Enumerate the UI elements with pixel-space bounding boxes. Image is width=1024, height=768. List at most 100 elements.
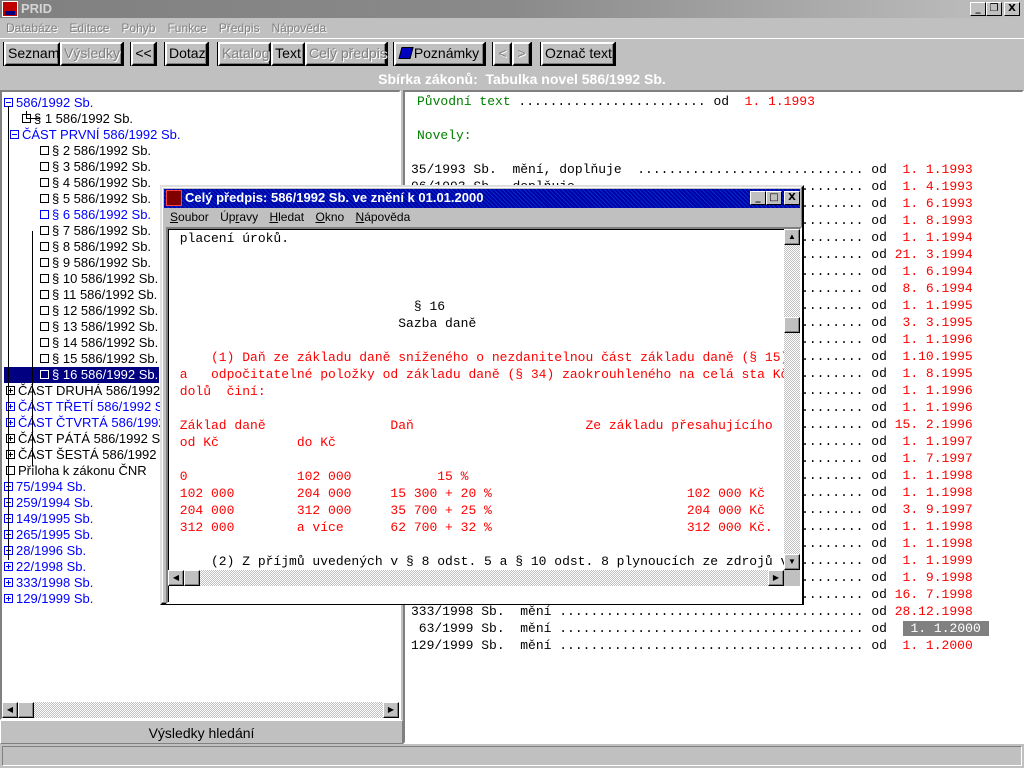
text-button[interactable]: Text [271,42,305,66]
expand-icon[interactable] [4,562,13,571]
close-button[interactable]: X [1004,2,1020,16]
scroll-right-icon[interactable]: ▶ [383,702,399,718]
tree-item[interactable]: 22/1998 Sb. [4,559,86,575]
prev-button[interactable]: < [493,42,512,66]
child-vscroll-thumb[interactable] [784,317,800,333]
novel-date: 1. 9.1998 [902,570,973,585]
novel-row[interactable]: 333/1998 Sb. mění ......................… [411,603,973,620]
child-maximize-button[interactable]: □ [766,191,782,205]
child-minimize-button[interactable]: _ [750,191,766,205]
menu-editace[interactable]: Editace [63,19,115,35]
tree-item-label: ČÁST TŘETÍ 586/1992 Sb. [18,399,175,414]
tree-item[interactable]: 149/1995 Sb. [4,511,93,527]
leaf-node-icon [40,274,49,283]
od-label: od [871,230,887,245]
child-scroll-left-icon[interactable]: ◀ [168,570,184,586]
restore-button[interactable]: ❐ [986,2,1002,16]
child-scroll-right-icon[interactable]: ▶ [768,570,784,586]
katalog-button[interactable]: Katalog [218,42,271,66]
tree-item[interactable]: § 6 586/1992 Sb. [40,207,151,223]
tree-item-label: § 9 586/1992 Sb. [52,255,152,270]
tree-item-label: § 8 586/1992 Sb. [52,239,152,254]
tree-item[interactable]: ČÁST PÁTÁ 586/1992 Sb. [6,431,171,447]
tree-item[interactable]: 586/1992 Sb. [4,95,93,111]
tree-item[interactable]: § 4 586/1992 Sb. [40,175,151,191]
scroll-down-icon[interactable]: ▼ [784,554,800,570]
child-titlebar[interactable]: Celý předpis: 586/1992 Sb. ve znění k 01… [164,189,800,208]
child-hscrollbar[interactable]: ◀ ▶ [168,570,784,586]
tree-item[interactable]: 333/1998 Sb. [4,575,93,591]
vysledky-button[interactable]: Výsledky [60,42,123,66]
novel-row[interactable]: 35/1993 Sb. mění, doplňuje .............… [411,161,973,178]
menu-predpis[interactable]: Předpis [213,19,266,35]
od-label: od [871,179,887,194]
back-button[interactable]: << [131,42,156,66]
child-menu-soubor[interactable]: Soubor [166,209,213,224]
novel-row[interactable]: 63/1999 Sb. mění .......................… [411,620,989,637]
tree-item[interactable]: § 14 586/1992 Sb. [40,335,158,351]
search-results-label[interactable]: Výsledky hledání [0,720,403,744]
regulation-text-line: (2) Z příjmů uvedených v § 8 odst. 5 a §… [172,554,789,569]
child-vscrollbar[interactable]: ▲ ▼ [784,229,800,570]
poznamky-button[interactable]: Poznámky [394,42,485,66]
tree-item[interactable]: § 7 586/1992 Sb. [40,223,151,239]
child-menu-upravy[interactable]: Úpravy [216,209,262,224]
child-menu-napoveda[interactable]: Nápověda [352,209,415,224]
novel-row[interactable]: 129/1999 Sb. mění ......................… [411,637,973,654]
minimize-button[interactable]: _ [970,2,986,16]
expand-icon[interactable] [4,594,13,603]
tree-item[interactable]: § 10 586/1992 Sb. [40,271,158,287]
regulation-text-line: placení úroků. [172,231,290,246]
tree-item[interactable]: § 15 586/1992 Sb. [40,351,158,367]
regulation-text-area[interactable]: placení úroků. § 16 Sazba daně (1) Daň z… [166,227,802,604]
menu-funkce[interactable]: Funkce [161,19,212,35]
od-label: od [871,587,887,602]
size-grip-icon[interactable] [784,570,800,586]
tree-item[interactable]: § 3 586/1992 Sb. [40,159,151,175]
menu-pohyb[interactable]: Pohyb [115,19,161,35]
tree-item[interactable]: ČÁST PRVNÍ 586/1992 Sb. [10,127,181,143]
tree-item[interactable]: § 11 586/1992 Sb. [40,287,157,303]
tree-item[interactable]: § 13 586/1992 Sb. [40,319,158,335]
child-menu-bar: Soubor Úpravy Hledat Okno Nápověda [166,209,414,227]
tree-item[interactable]: § 12 586/1992 Sb. [40,303,158,319]
oznac-text-button[interactable]: Označ text [541,42,615,66]
expand-icon[interactable] [4,578,13,587]
scroll-up-icon[interactable]: ▲ [784,229,800,245]
tree-item[interactable]: 265/1995 Sb. [4,527,93,543]
tree-item[interactable]: § 2 586/1992 Sb. [40,143,151,159]
child-menu-okno[interactable]: Okno [311,209,348,224]
dot-leader: ....................................... [551,638,872,653]
tree-item-label: ČÁST DRUHÁ 586/1992 Sb. [18,383,184,398]
novel-action: mění, doplňuje [512,162,622,177]
tree-item[interactable]: 259/1994 Sb. [4,495,93,511]
regulation-text-line: 102 000 204 000 15 300 + 20 % 102 000 Kč [172,486,765,501]
tree-item[interactable]: § 9 586/1992 Sb. [40,255,151,271]
tree-item[interactable]: Příloha k zákonu ČNR [6,463,147,479]
menu-napoveda[interactable]: Nápověda [265,19,332,35]
tree-item[interactable]: 28/1996 Sb. [4,543,86,559]
tree-item-label: ČÁST ŠESTÁ 586/1992 Sb. [18,447,180,462]
tree-hscrollbar[interactable]: ◀ ▶ [2,702,399,718]
child-close-button[interactable]: X [784,191,800,205]
seznam-button[interactable]: Seznam [4,42,60,66]
tree-item[interactable]: 75/1994 Sb. [4,479,86,495]
od-label: od [871,519,887,534]
tree-item[interactable]: 129/1999 Sb. [4,591,93,607]
collapse-icon[interactable] [10,130,19,139]
tree-item[interactable]: § 5 586/1992 Sb. [40,191,151,207]
cely-predpis-button[interactable]: Celý předpis [305,42,387,66]
next-button[interactable]: > [512,42,531,66]
menu-databaze[interactable]: Databáze [0,19,63,35]
child-menu-hledat[interactable]: Hledat [265,209,308,224]
tree-item[interactable]: § 16 586/1992 Sb. [4,367,159,383]
novel-date: 21. 3.1994 [894,247,973,262]
child-hscroll-thumb[interactable] [184,570,200,586]
dotaz-button[interactable]: Dotaz [165,42,208,66]
tree-item[interactable]: § 8 586/1992 Sb. [40,239,151,255]
tree-item[interactable]: § 1 586/1992 Sb. [22,111,133,127]
scroll-left-icon[interactable]: ◀ [2,702,18,718]
tree-scroll-thumb[interactable] [18,702,34,718]
